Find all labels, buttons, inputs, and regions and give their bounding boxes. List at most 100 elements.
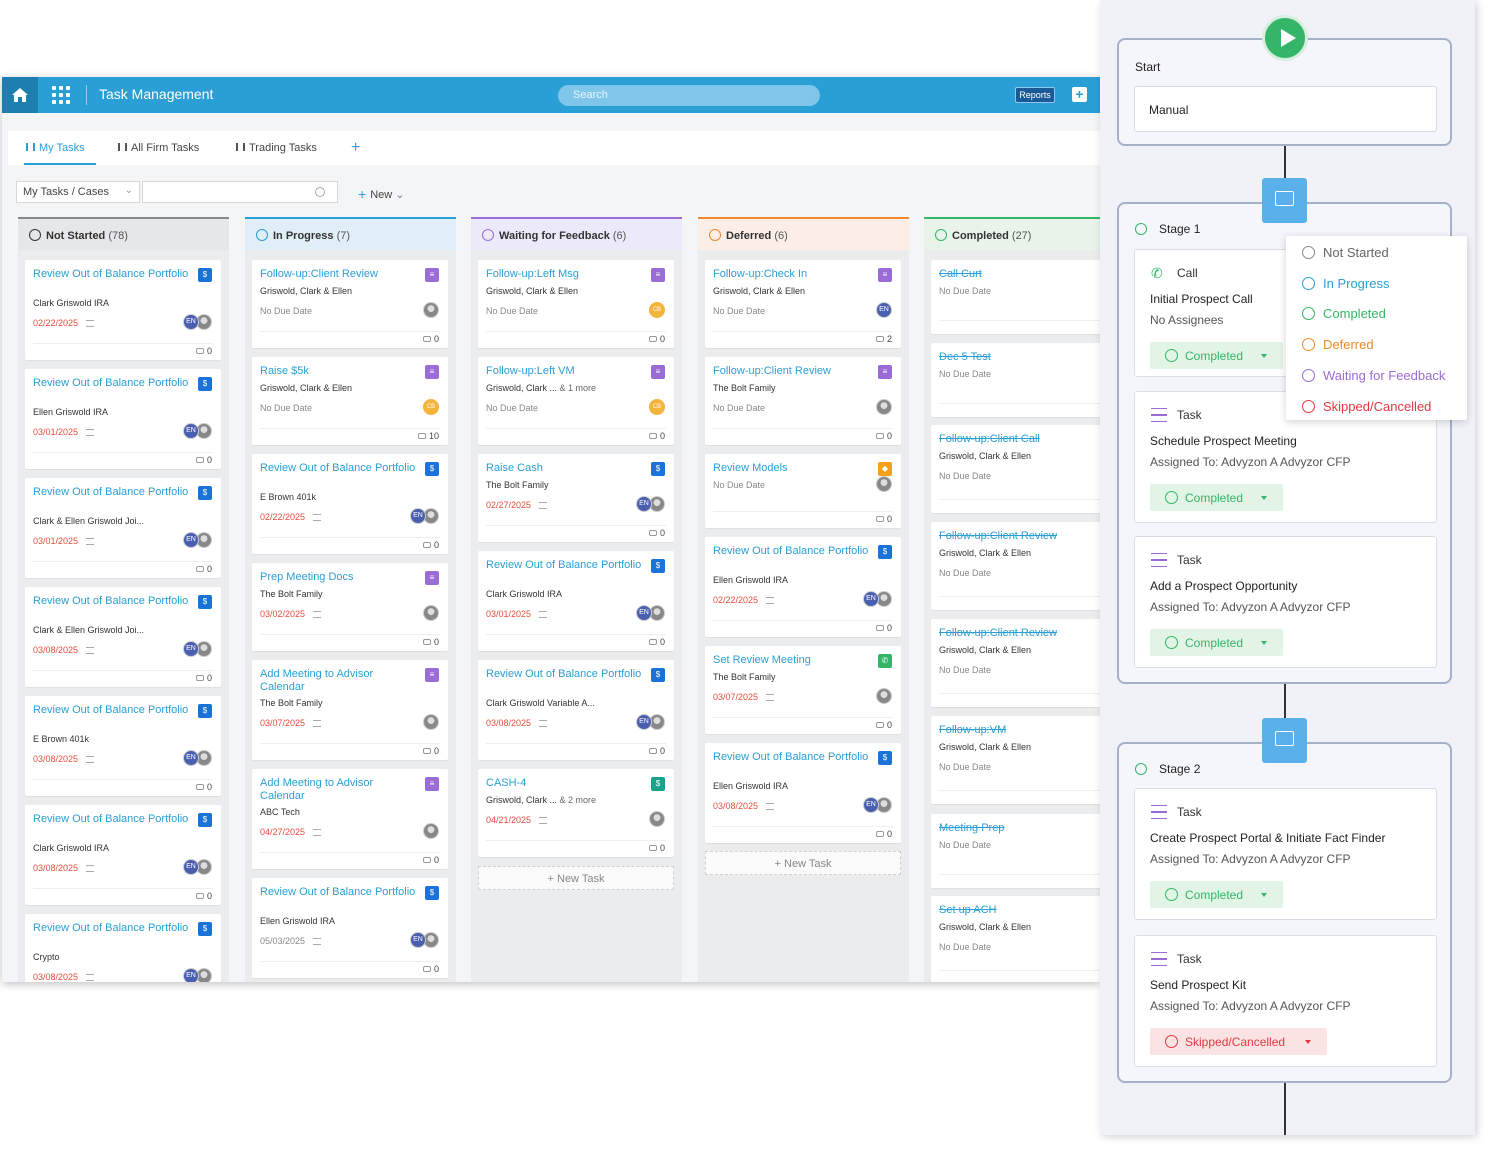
task-card[interactable]: Review Out of Balance Portfolio Clark Gri… (25, 260, 221, 360)
task-title[interactable]: Follow-up:Left VM (486, 365, 646, 378)
task-card[interactable]: Dec 5 Test No Due Date (931, 343, 1100, 417)
task-title[interactable]: Set Review Meeting (713, 654, 873, 667)
task-title[interactable]: Review Out of Balance Portfolio (33, 595, 193, 608)
task-title[interactable]: Review Out of Balance Portfolio (486, 559, 646, 572)
comment-count[interactable]: 0 (648, 746, 665, 756)
task-title[interactable]: Review Out of Balance Portfolio (33, 704, 193, 717)
task-card[interactable]: Review Out of Balance Portfolio Ellen Gri… (705, 743, 901, 843)
task-title[interactable]: Follow-up:Left Msg (486, 268, 646, 281)
task-title[interactable]: Prep Meeting Docs (260, 571, 420, 584)
task-card[interactable]: Review Out of Balance Portfolio Clark Gri… (478, 551, 674, 651)
workflow-task-card[interactable]: Task Add a Prospect Opportunity Assigned T… (1134, 536, 1437, 668)
task-card[interactable]: Follow-up:Check In Griswold, Clark & Elle… (705, 260, 901, 348)
task-title[interactable]: Dec 5 Test (939, 351, 1099, 364)
task-card[interactable]: Set Review Meeting The Bolt Family 03/07/2… (705, 646, 901, 734)
task-title[interactable]: Review Out of Balance Portfolio (713, 545, 873, 558)
workflow-task-card[interactable]: Task Send Prospect Kit Assigned To: Advyzo… (1134, 935, 1437, 1067)
comment-count[interactable]: 10 (417, 431, 439, 441)
task-title[interactable]: Follow-up:Check In (713, 268, 873, 281)
task-card[interactable]: Set up ACH Griswold, Clark & Ellen No Due … (931, 896, 1100, 982)
task-title[interactable]: Follow-up:VM (939, 724, 1099, 737)
task-card[interactable]: Review Out of Balance Portfolio Clark Gri… (478, 660, 674, 760)
comment-count[interactable]: 0 (875, 431, 892, 441)
task-card[interactable]: Meeting Prep No Due Date (931, 814, 1100, 888)
status-dropdown[interactable]: Skipped/Cancelled (1150, 1028, 1327, 1055)
search-input[interactable]: Search (558, 85, 820, 106)
tab-trading-tasks[interactable]: Trading Tasks (236, 131, 317, 165)
task-card[interactable]: Review Out of Balance Portfolio Ellen Gri… (25, 369, 221, 469)
home-button[interactable] (2, 77, 38, 113)
task-title[interactable]: Review Out of Balance Portfolio (260, 886, 420, 899)
comment-count[interactable]: 0 (648, 637, 665, 647)
comment-count[interactable]: 0 (648, 528, 665, 538)
task-title[interactable]: Raise Cash (486, 462, 646, 475)
status-option-completed[interactable]: Completed (1302, 305, 1386, 321)
status-dropdown[interactable]: Completed (1150, 629, 1283, 656)
status-option-in-progress[interactable]: In Progress (1302, 275, 1389, 291)
status-dropdown[interactable]: Completed (1150, 484, 1283, 511)
status-dropdown[interactable]: Completed (1150, 881, 1283, 908)
new-button[interactable]: + New ⌄ (358, 185, 404, 202)
task-title[interactable]: Set up ACH (939, 904, 1099, 917)
task-card[interactable]: Review Out of Balance Portfolio Ellen Gri… (705, 537, 901, 637)
task-title[interactable]: Review Out of Balance Portfolio (33, 377, 193, 390)
task-card[interactable]: Prep Meeting Docs The Bolt Family 03/02/20… (252, 563, 448, 651)
task-title[interactable]: Review Out of Balance Portfolio (33, 922, 193, 935)
task-card[interactable]: Review Out of Balance Portfolio Crypto 03/… (25, 914, 221, 982)
comment-count[interactable]: 0 (875, 514, 892, 524)
task-card[interactable]: Follow-up:Client Call Griswold, Clark & E… (931, 425, 1100, 513)
task-card[interactable]: Follow-up:VM Griswold, Clark & Ellen No Du… (931, 716, 1100, 804)
apps-grid-icon[interactable] (52, 86, 70, 104)
task-title[interactable]: Review Out of Balance Portfolio (33, 813, 193, 826)
comment-count[interactable]: 0 (422, 964, 439, 974)
task-card[interactable]: Review Out of Balance Portfolio Clark Gri… (25, 805, 221, 905)
tab-all-firm-tasks[interactable]: All Firm Tasks (118, 131, 199, 165)
task-title[interactable]: Follow-up:Client Review (939, 530, 1099, 543)
comment-count[interactable]: 0 (875, 829, 892, 839)
comment-count[interactable]: 0 (422, 746, 439, 756)
task-card[interactable]: Add Meeting to Advisor Calendar ABC Tech 0… (252, 769, 448, 869)
task-title[interactable]: Review Out of Balance Portfolio (486, 668, 646, 681)
cases-select[interactable]: My Tasks / Cases ⌄ (16, 181, 140, 203)
task-card[interactable]: Review Out of Balance Portfolio E Brown 4… (25, 696, 221, 796)
comment-count[interactable]: 0 (195, 891, 212, 901)
comment-count[interactable]: 0 (195, 564, 212, 574)
task-title[interactable]: Call Curt (939, 268, 1099, 281)
column-header[interactable]: Waiting for Feedback (6) (471, 217, 682, 250)
column-header[interactable]: In Progress (7) (245, 217, 456, 250)
task-card[interactable]: Follow-up:Client Review Griswold, Clark &… (252, 260, 448, 348)
play-icon[interactable] (1262, 15, 1308, 61)
more-clients[interactable]: & 1 more (560, 383, 597, 393)
add-icon[interactable]: + (1072, 87, 1087, 102)
task-title[interactable]: Add Meeting to Advisor Calendar (260, 668, 420, 694)
tab-my-tasks[interactable]: My Tasks (24, 131, 96, 165)
task-title[interactable]: Review Out of Balance Portfolio (33, 268, 193, 281)
task-title[interactable]: Follow-up:Client Review (713, 365, 873, 378)
status-dropdown[interactable]: Completed (1150, 342, 1283, 369)
comment-count[interactable]: 0 (195, 673, 212, 683)
task-title[interactable]: Follow-up:Client Review (939, 627, 1099, 640)
task-card[interactable]: Follow-up:Client Review The Bolt Family No… (705, 357, 901, 445)
comment-count[interactable]: 0 (648, 843, 665, 853)
column-header[interactable]: Deferred (6) (698, 217, 909, 250)
comment-count[interactable]: 2 (875, 334, 892, 344)
task-card[interactable]: Follow-up:Client Review Griswold, Clark &… (931, 619, 1100, 707)
task-card[interactable]: Review Out of Balance Portfolio Ellen Gri… (252, 878, 448, 978)
comment-count[interactable]: 0 (875, 623, 892, 633)
task-card[interactable]: Call Curt No Due Date (931, 260, 1100, 334)
status-option-waiting-for-feedback[interactable]: Waiting for Feedback (1302, 367, 1445, 383)
status-option-deferred[interactable]: Deferred (1302, 336, 1374, 352)
comment-count[interactable]: 0 (195, 346, 212, 356)
task-card[interactable]: Review Out of Balance Portfolio Clark & E… (25, 478, 221, 578)
status-option-not-started[interactable]: Not Started (1302, 244, 1389, 260)
comment-count[interactable]: 0 (422, 334, 439, 344)
more-clients[interactable]: & 2 more (560, 795, 597, 805)
task-title[interactable]: Add Meeting to Advisor Calendar (260, 777, 420, 803)
new-task-button[interactable]: + New Task (478, 866, 674, 890)
task-card[interactable]: Review Out of Balance Portfolio E Brown 4… (252, 454, 448, 554)
task-title[interactable]: Raise $5k (260, 365, 420, 378)
task-title[interactable]: Meeting Prep (939, 822, 1099, 835)
task-title[interactable]: Review Models (713, 462, 873, 475)
task-card[interactable]: Raise Cash The Bolt Family 02/27/2025 $ EN 0 (478, 454, 674, 542)
status-option-skipped-cancelled[interactable]: Skipped/Cancelled (1302, 398, 1431, 414)
